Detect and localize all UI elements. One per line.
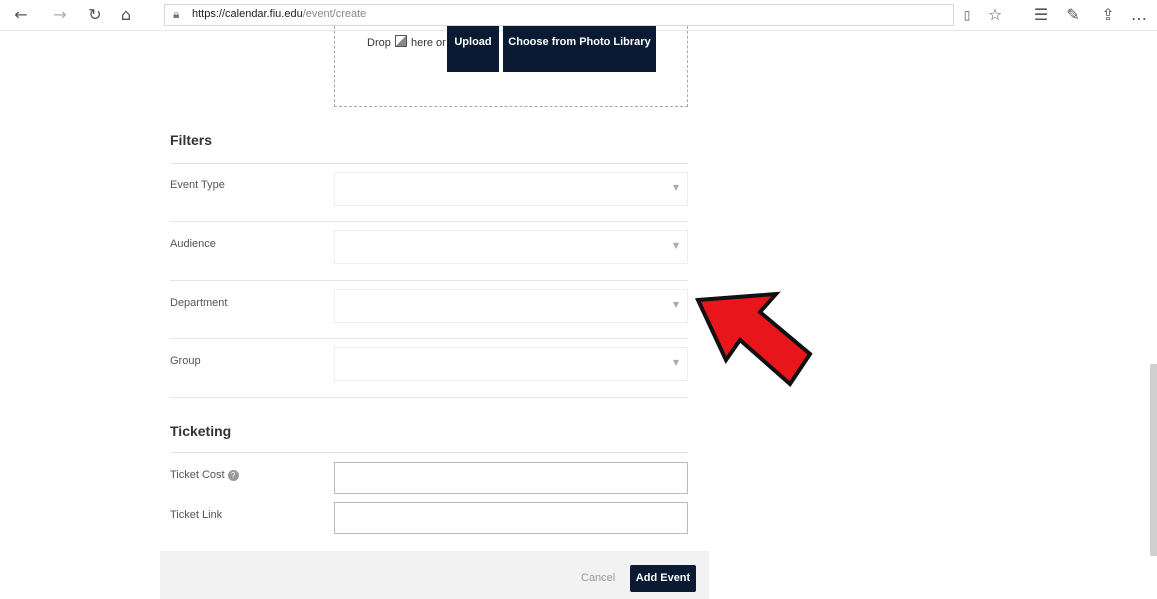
lock-icon: 🔒︎ [173,7,180,21]
favorite-star-icon[interactable]: ☆ [984,4,1006,26]
ticket-link-label: Ticket Link [170,509,223,521]
reading-view-icon[interactable]: ▯ [956,4,978,26]
chevron-down-icon: ▼ [672,241,679,250]
chevron-down-icon: ▼ [672,183,679,192]
arrow-shape [694,291,813,388]
audience-select[interactable]: ▼ [334,230,688,264]
filters-heading: Filters [170,132,213,148]
address-bar[interactable]: 🔒︎ https://calendar.fiu.edu/event/create [164,4,954,26]
event-type-select[interactable]: ▼ [334,172,688,206]
refresh-icon[interactable]: ↻ [84,4,106,26]
divider [170,452,688,453]
divider [170,221,688,222]
divider [170,338,688,339]
upload-button[interactable]: Upload [447,26,499,72]
ticketing-heading: Ticketing [170,423,232,439]
ticket-cost-label: Ticket Cost? [170,469,239,481]
department-label: Department [170,297,228,309]
share-icon[interactable]: ⇪ [1097,4,1119,26]
red-arrow-annotation [694,291,813,388]
divider [170,163,688,164]
chevron-down-icon: ▼ [672,300,679,309]
ticket-link-input[interactable] [334,502,688,534]
form-actions-bar [160,551,709,599]
forward-icon[interactable]: → [49,4,71,26]
pen-icon[interactable]: ✎ [1062,4,1084,26]
group-select[interactable]: ▼ [334,347,688,381]
help-icon[interactable]: ? [227,469,239,481]
chevron-down-icon: ▼ [672,358,679,367]
add-event-button[interactable]: Add Event [630,565,696,592]
drop-hint: Drop here or [367,35,446,49]
image-icon [394,35,407,47]
home-icon[interactable]: ⌂ [115,4,137,26]
more-icon[interactable]: … [1128,4,1150,26]
group-label: Group [170,355,201,367]
event-type-label: Event Type [170,179,225,191]
divider [170,397,688,398]
back-icon[interactable]: ← [10,4,32,26]
url-text: https://calendar.fiu.edu/event/create [192,8,367,20]
ticket-cost-input[interactable] [334,462,688,494]
photo-library-button[interactable]: Choose from Photo Library [503,26,656,72]
page-scrollbar[interactable] [1150,364,1157,556]
audience-label: Audience [170,238,216,250]
favorites-list-icon[interactable]: ☰ [1030,4,1052,26]
divider [170,280,688,281]
department-select[interactable]: ▼ [334,289,688,323]
cancel-button[interactable]: Cancel [581,572,615,584]
